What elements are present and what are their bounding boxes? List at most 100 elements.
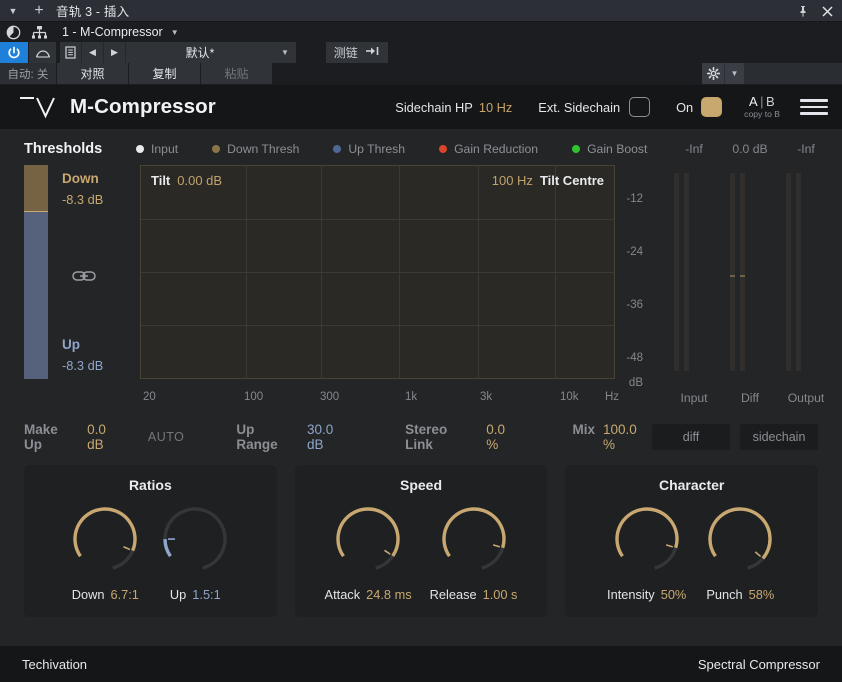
tilt-centre-control[interactable]: 100 Hz Tilt Centre: [492, 173, 604, 188]
threshold-up-readout[interactable]: Up -8.3 dB: [62, 337, 103, 373]
legend-item-input[interactable]: Input: [136, 142, 178, 156]
compare-button[interactable]: 对照: [56, 63, 128, 84]
power-circle-icon[interactable]: [0, 22, 26, 42]
threshold-up-value[interactable]: -8.3 dB: [62, 358, 103, 373]
plugin-slot-selector[interactable]: 1 - M-Compressor ▼: [56, 22, 186, 42]
host-sidechain-button[interactable]: 测链: [326, 42, 388, 63]
make-up-auto-button[interactable]: AUTO: [148, 430, 185, 444]
meter-readouts: -Inf 0.0 dB -Inf: [666, 142, 842, 156]
preset-strip: ◀ ▶ 默认* ▼: [60, 42, 296, 63]
ext-sidechain-control[interactable]: Ext. Sidechain: [538, 97, 651, 117]
knob-caption-intensity: Intensity 50%: [607, 587, 686, 602]
db-tick: -36: [626, 299, 643, 311]
preset-name-label[interactable]: 默认*: [126, 42, 274, 63]
legend-dot-up-thresh: [333, 145, 342, 153]
legend-item-down-thresh[interactable]: Down Thresh: [212, 142, 299, 156]
host-extra-field[interactable]: [744, 63, 842, 84]
knob-value-release[interactable]: 1.00 s: [483, 587, 518, 602]
plugin-slot-label: 1 - M-Compressor: [62, 25, 163, 39]
knob-cell-release: Release 1.00 s: [430, 503, 518, 602]
ab-copy-label[interactable]: copy to B: [744, 109, 780, 119]
sidechain-hp-control[interactable]: Sidechain HP 10 Hz: [395, 100, 512, 115]
host-plugin-row: 1 - M-Compressor ▼: [0, 22, 842, 42]
meter-labels: Input Diff Output: [666, 391, 842, 411]
tilt-centre-label: Tilt Centre: [539, 173, 604, 188]
meter-bar-left: [785, 173, 791, 371]
threshold-down-readout[interactable]: Down -8.3 dB: [62, 171, 103, 207]
knob-value-intensity[interactable]: 50%: [661, 587, 687, 602]
automation-curve-button[interactable]: [28, 42, 56, 63]
up-range-value[interactable]: 30.0 dB: [307, 422, 353, 452]
knob-punch[interactable]: [704, 503, 776, 575]
ab-row: A | B: [749, 95, 775, 109]
make-up-control[interactable]: Make Up 0.0 dB: [24, 422, 126, 452]
legend-item-gain-reduction[interactable]: Gain Reduction: [439, 142, 538, 156]
ext-sidechain-checkbox[interactable]: [629, 97, 651, 117]
knob-value-up-ratio[interactable]: 1.5:1: [192, 587, 220, 602]
knob-intensity[interactable]: [611, 503, 683, 575]
preset-list-icon[interactable]: [60, 42, 82, 63]
chevron-down-icon[interactable]: ▼: [724, 63, 744, 84]
automation-mode-button[interactable]: 自动: 关: [0, 63, 56, 84]
next-preset-button[interactable]: ▶: [104, 42, 126, 63]
knob-value-down-ratio[interactable]: 6.7:1: [110, 587, 138, 602]
frequency-axis-row: 20 100 300 1k 3k 10k Hz Input Diff Outpu…: [0, 391, 842, 411]
routing-icon[interactable]: [26, 22, 52, 42]
gridline-horizontal: [141, 272, 614, 273]
meter-bar-left: [673, 173, 679, 371]
paste-button[interactable]: 粘贴: [200, 63, 272, 84]
ab-slot-a[interactable]: A: [749, 94, 758, 109]
sidechain-button[interactable]: sidechain: [740, 424, 818, 450]
sidechain-arrow-icon: [365, 45, 380, 60]
hamburger-menu-icon[interactable]: [800, 99, 828, 115]
tilt-value[interactable]: 0.00 dB: [177, 173, 222, 188]
stereo-link-control[interactable]: Stereo Link 0.0 %: [405, 422, 520, 452]
stereo-link-value[interactable]: 0.0 %: [486, 422, 520, 452]
make-up-value[interactable]: 0.0 dB: [87, 422, 126, 452]
legend-item-gain-boost[interactable]: Gain Boost: [572, 142, 647, 156]
up-range-control[interactable]: Up Range 30.0 dB: [236, 422, 353, 452]
knob-value-attack[interactable]: 24.8 ms: [366, 587, 412, 602]
threshold-down-value[interactable]: -8.3 dB: [62, 192, 103, 207]
knob-cell-attack: Attack 24.8 ms: [325, 503, 412, 602]
plus-icon[interactable]: +: [26, 0, 52, 22]
freq-tick: 300: [320, 391, 340, 403]
ab-slot-b[interactable]: B: [766, 94, 775, 109]
on-control[interactable]: On: [676, 97, 723, 117]
knob-label-intensity: Intensity: [607, 587, 655, 602]
threshold-down-segment[interactable]: [24, 165, 48, 213]
plugin-power-button[interactable]: [0, 42, 28, 63]
on-toggle[interactable]: [701, 97, 723, 117]
meter-bar-right: [739, 173, 745, 371]
knob-caption-up-ratio: Up 1.5:1: [170, 587, 221, 602]
legend-item-up-thresh[interactable]: Up Thresh: [333, 142, 405, 156]
copy-button[interactable]: 复制: [128, 63, 200, 84]
tilt-centre-value[interactable]: 100 Hz: [492, 173, 533, 188]
chevron-down-icon[interactable]: ▼: [274, 42, 296, 63]
ab-compare-control[interactable]: A | B copy to B: [744, 95, 780, 119]
knob-label-up-ratio: Up: [169, 587, 187, 602]
threshold-slider[interactable]: [24, 165, 48, 379]
gear-icon[interactable]: [702, 63, 724, 84]
pin-icon[interactable]: [792, 0, 814, 22]
tilt-control[interactable]: Tilt 0.00 dB: [151, 173, 222, 188]
spectrum-graph[interactable]: Tilt 0.00 dB 100 Hz Tilt Centre: [140, 165, 615, 379]
knob-release[interactable]: [438, 503, 510, 575]
chevron-down-icon[interactable]: ▼: [0, 0, 26, 22]
threshold-up-segment[interactable]: [24, 212, 48, 379]
freq-tick: 1k: [405, 391, 418, 403]
prev-preset-button[interactable]: ◀: [82, 42, 104, 63]
knob-attack[interactable]: [332, 503, 404, 575]
knob-value-punch[interactable]: 58%: [749, 587, 775, 602]
close-icon[interactable]: [816, 0, 838, 22]
mix-value[interactable]: 100.0 %: [603, 422, 652, 452]
diff-button[interactable]: diff: [652, 424, 730, 450]
mix-label: Mix: [572, 422, 595, 437]
mix-control[interactable]: Mix 100.0 %: [572, 422, 652, 452]
knob-up-ratio[interactable]: [159, 503, 231, 575]
knob-row: Down 6.7:1 Up 1.5:1: [69, 503, 231, 602]
link-icon[interactable]: [72, 269, 96, 288]
knob-down-ratio[interactable]: [69, 503, 141, 575]
sidechain-hp-value[interactable]: 10 Hz: [479, 100, 512, 115]
knob-cell-up-ratio: Up 1.5:1: [159, 503, 231, 602]
